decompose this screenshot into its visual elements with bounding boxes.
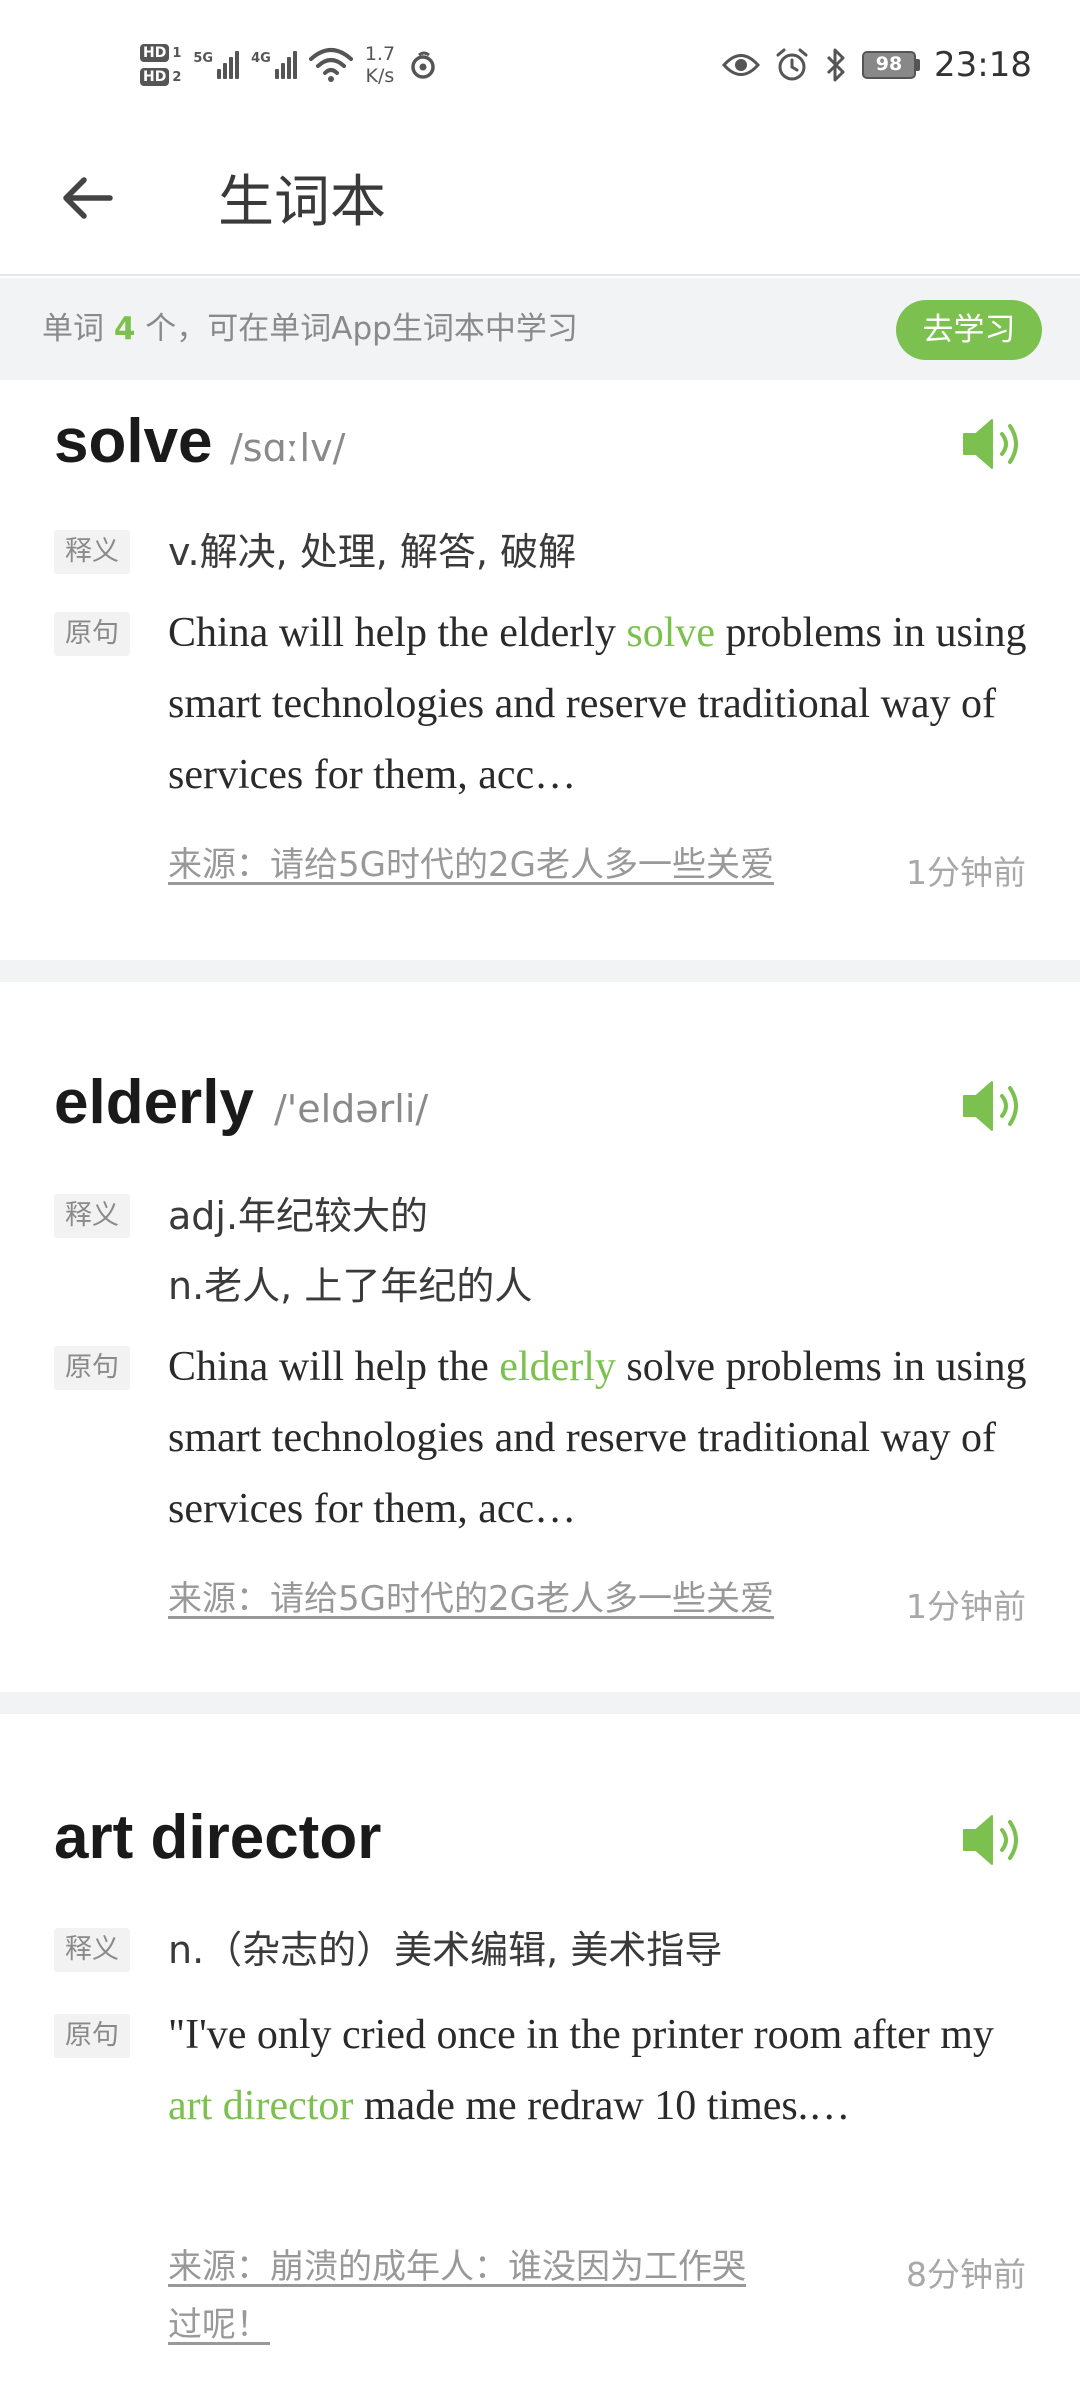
meaning-tag: 释义 xyxy=(54,1194,130,1238)
card-divider xyxy=(0,960,1080,982)
status-bar: HD 1 HD 2 5G 4G 1.7 K/s 98 23:18 xyxy=(0,0,1080,130)
battery-icon: 98 xyxy=(862,51,921,79)
example-sentence: China will help the elderly solve proble… xyxy=(168,1332,1028,1545)
headword: elderly xyxy=(54,1068,254,1137)
sentence-before: "I've only cried once in the printer roo… xyxy=(168,2012,994,2058)
source-link[interactable]: 来源：崩溃的成年人：谁没因为工作哭 过呢！ xyxy=(168,2238,848,2354)
signal-5g-icon: 5G xyxy=(193,51,240,79)
status-left-group: HD 1 HD 2 5G 4G 1.7 K/s xyxy=(140,30,439,100)
example-sentence: "I've only cried once in the printer roo… xyxy=(168,2000,1028,2142)
sentence-tag: 原句 xyxy=(54,612,130,656)
word-count-text: 单词 4 个，可在单词App生词本中学习 xyxy=(42,278,578,380)
meaning-tag: 释义 xyxy=(54,530,130,574)
hd-badge-1: HD xyxy=(140,44,170,62)
sentence-tag: 原句 xyxy=(54,1346,130,1390)
page-title: 生词本 xyxy=(218,170,386,235)
eye-icon xyxy=(722,54,761,76)
battery-level: 98 xyxy=(862,51,917,79)
time-ago: 1分钟前 xyxy=(906,853,1026,892)
wifi-icon xyxy=(308,48,353,82)
sentence-highlight: art director xyxy=(168,2083,354,2129)
go-study-button[interactable]: 去学习 xyxy=(896,300,1042,360)
meaning-line: adj.年纪较大的 xyxy=(168,1194,429,1238)
signal-5g-label: 5G xyxy=(193,51,214,66)
headword: solve xyxy=(54,407,213,476)
meaning-line: v.解决, 处理, 解答, 破解 xyxy=(168,530,577,574)
phonetic: /sɑːlv/ xyxy=(230,426,346,470)
speaker-icon[interactable] xyxy=(960,414,1026,474)
word-card-art-director[interactable]: art director 释义 n.（杂志的）美术编辑, 美术指导 原句 "I'… xyxy=(0,1714,1080,2400)
word-count-suffix: 个，可在单词App生词本中学习 xyxy=(135,311,578,347)
network-speed-unit: K/s xyxy=(365,65,395,87)
meaning-line: n.（杂志的）美术编辑, 美术指导 xyxy=(168,1928,723,1972)
source-line-2: 过呢！ xyxy=(168,2305,270,2345)
speaker-icon[interactable] xyxy=(960,1076,1026,1136)
network-speed: 1.7 K/s xyxy=(365,43,395,87)
app-bar: 生词本 xyxy=(0,130,1080,276)
phonetic: /'eldərli/ xyxy=(274,1087,429,1131)
sentence-before: China will help the elderly xyxy=(168,610,627,656)
example-sentence: China will help the elderly solve proble… xyxy=(168,598,1028,811)
hd-badge-2: HD xyxy=(140,68,170,86)
source-link[interactable]: 来源：请给5G时代的2G老人多一些关爱 xyxy=(168,836,774,894)
signal-4g-label: 4G xyxy=(251,51,271,66)
sentence-tag: 原句 xyxy=(54,2014,130,2058)
clock: 23:18 xyxy=(934,45,1032,85)
card-divider xyxy=(0,1692,1080,1714)
alarm-icon xyxy=(776,48,808,81)
signal-4g-icon: 4G xyxy=(251,51,297,79)
sentence-before: China will help the xyxy=(168,1344,500,1390)
word-card-solve[interactable]: solve /sɑːlv/ 释义 v.解决, 处理, 解答, 破解 原句 Chi… xyxy=(0,380,1080,960)
hd-badge-2-num: 2 xyxy=(172,69,182,85)
bluetooth-icon xyxy=(826,48,845,82)
network-speed-value: 1.7 xyxy=(364,43,396,65)
source-line-1: 来源：崩溃的成年人：谁没因为工作哭 xyxy=(168,2247,746,2287)
hd-indicators: HD 1 HD 2 xyxy=(140,44,181,86)
headword: art director xyxy=(54,1803,382,1872)
meaning-tag: 释义 xyxy=(54,1928,130,1972)
word-count-prefix: 单词 xyxy=(42,311,114,347)
meaning-line: n.老人, 上了年纪的人 xyxy=(168,1264,533,1308)
hd-badge-1-num: 1 xyxy=(172,45,182,61)
time-ago: 1分钟前 xyxy=(906,1587,1026,1626)
source-link[interactable]: 来源：请给5G时代的2G老人多一些关爱 xyxy=(168,1570,774,1628)
speaker-icon[interactable] xyxy=(960,1810,1026,1870)
arrow-left-icon xyxy=(63,177,113,219)
sentence-highlight: solve xyxy=(626,610,716,656)
word-count: 4 xyxy=(113,311,136,347)
sentence-highlight: elderly xyxy=(499,1344,616,1390)
app-notification-icon xyxy=(411,51,435,79)
sentence-after: made me redraw 10 times.… xyxy=(353,2083,851,2129)
time-ago: 8分钟前 xyxy=(906,2255,1026,2294)
info-strip: 单词 4 个，可在单词App生词本中学习 去学习 xyxy=(0,278,1080,380)
word-card-elderly[interactable]: elderly /'eldərli/ 释义 adj.年纪较大的 n.老人, 上了… xyxy=(0,982,1080,1692)
status-right-group: 98 23:18 xyxy=(722,40,1032,90)
back-button[interactable] xyxy=(48,158,128,238)
